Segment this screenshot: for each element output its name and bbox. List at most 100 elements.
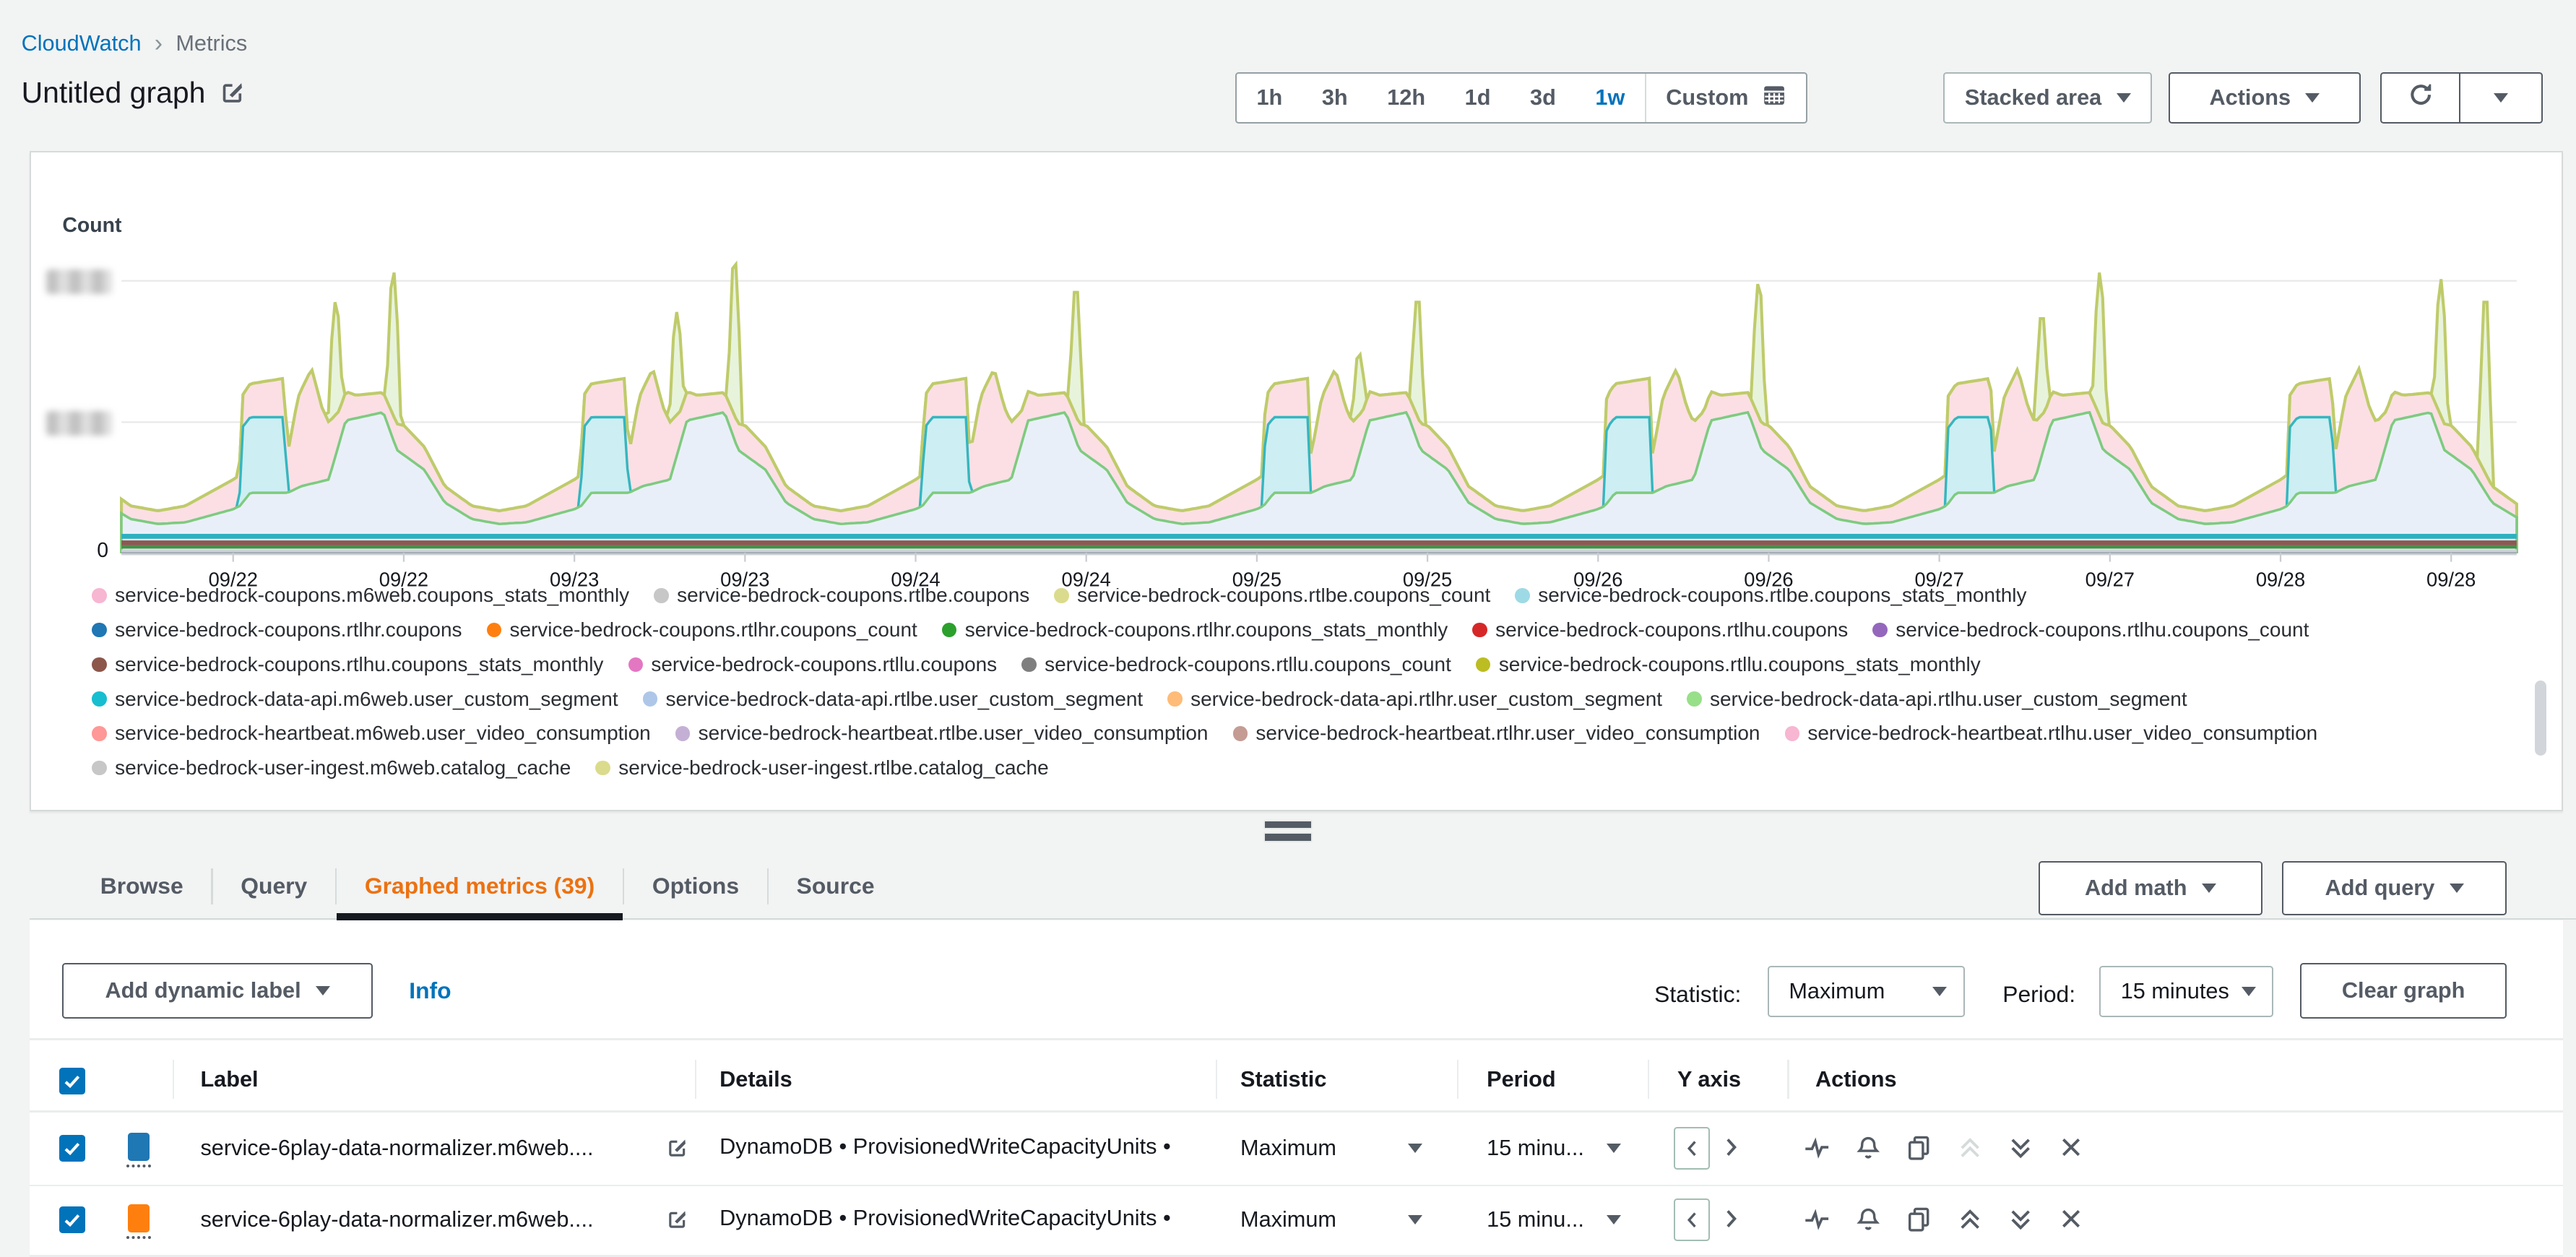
remove-icon[interactable] — [2059, 1206, 2083, 1231]
column-header-details[interactable]: Details — [719, 1066, 792, 1092]
pane-resize-handle[interactable] — [1263, 819, 1313, 845]
tab-source[interactable]: Source — [769, 855, 902, 919]
legend-item[interactable]: service-bedrock-coupons.rtllu.coupons_co… — [1021, 653, 1451, 676]
legend-item[interactable]: service-bedrock-data-api.m6web.user_cust… — [92, 688, 618, 711]
legend-item[interactable]: service-bedrock-coupons.rtlhu.coupons_co… — [1872, 618, 2309, 642]
legend-color-dot — [92, 760, 107, 776]
row-statistic-dropdown[interactable] — [1407, 1143, 1422, 1153]
custom-time-range-button[interactable]: Custom — [1646, 74, 1806, 122]
legend-item[interactable]: service-bedrock-heartbeat.m6web.user_vid… — [92, 722, 651, 745]
color-picker-dots[interactable] — [126, 1236, 152, 1240]
graph-title-row: Untitled graph — [22, 76, 245, 110]
remove-icon[interactable] — [2059, 1135, 2083, 1159]
legend-label: service-bedrock-data-api.rtlhr.user_cust… — [1190, 687, 1663, 710]
move-down-icon[interactable] — [2007, 1135, 2033, 1161]
legend-item[interactable]: service-bedrock-data-api.rtlhr.user_cust… — [1167, 688, 1662, 711]
refresh-options-dropdown[interactable] — [2459, 72, 2543, 124]
legend-item[interactable]: service-bedrock-coupons.rtlbe.coupons_co… — [1054, 588, 1490, 607]
edit-title-icon[interactable] — [220, 80, 245, 105]
y-axis-left-toggle[interactable] — [1674, 1198, 1711, 1242]
row-checkbox[interactable] — [59, 1135, 86, 1162]
move-up-icon[interactable] — [1957, 1206, 1983, 1232]
tab-graphed-metrics-39[interactable]: Graphed metrics (39) — [337, 855, 623, 920]
bell-icon[interactable] — [1855, 1135, 1881, 1161]
bell-icon[interactable] — [1855, 1206, 1881, 1232]
row-period-dropdown[interactable] — [1607, 1214, 1622, 1224]
chevron-down-icon — [2201, 883, 2216, 893]
actions-dropdown[interactable]: Actions — [2168, 72, 2361, 124]
legend-item[interactable]: service-bedrock-user-ingest.m6web.catalo… — [92, 756, 571, 779]
metric-details[interactable]: DynamoDB • ProvisionedWriteCapacityUnits… — [719, 1205, 1171, 1232]
refresh-group — [2380, 72, 2543, 124]
legend-item[interactable]: service-bedrock-coupons.m6web.coupons_st… — [92, 588, 629, 607]
breadcrumb-cloudwatch-link[interactable]: CloudWatch — [22, 30, 142, 56]
column-header-statistic[interactable]: Statistic — [1240, 1066, 1326, 1092]
column-header-actions[interactable]: Actions — [1815, 1066, 1897, 1092]
legend-label: service-bedrock-coupons.rtlbe.coupons — [677, 588, 1030, 607]
time-range-1d[interactable]: 1d — [1445, 74, 1510, 122]
refresh-button[interactable] — [2380, 72, 2460, 124]
legend-item[interactable]: service-bedrock-coupons.rtlhu.coupons_st… — [92, 653, 603, 676]
row-checkbox[interactable] — [59, 1206, 86, 1233]
move-down-icon[interactable] — [2007, 1206, 2033, 1232]
legend-scrollbar[interactable] — [2535, 680, 2546, 756]
column-header-y-axis[interactable]: Y axis — [1677, 1066, 1741, 1092]
row-period-dropdown[interactable] — [1607, 1143, 1622, 1153]
legend-item[interactable]: service-bedrock-user-ingest.rtlbe.catalo… — [595, 756, 1049, 779]
column-header-period[interactable]: Period — [1487, 1066, 1556, 1092]
time-range-3d[interactable]: 3d — [1510, 74, 1576, 122]
legend-item[interactable]: service-bedrock-coupons.rtlbe.coupons_st… — [1515, 588, 2027, 607]
y-axis-right-toggle[interactable] — [1719, 1206, 1743, 1231]
metric-color-swatch[interactable] — [128, 1204, 150, 1232]
legend-item[interactable]: service-bedrock-coupons.rtllu.coupons_st… — [1476, 653, 1981, 676]
time-range-12h[interactable]: 12h — [1367, 74, 1445, 122]
tab-query[interactable]: Query — [213, 855, 335, 919]
tab-browse[interactable]: Browse — [72, 855, 211, 919]
statistic-select[interactable]: Maximum — [1768, 966, 1965, 1017]
column-header-label[interactable]: Label — [200, 1066, 258, 1092]
legend-item[interactable]: service-bedrock-coupons.rtlhr.coupons_co… — [486, 618, 917, 642]
legend-item[interactable]: service-bedrock-data-api.rtlbe.user_cust… — [642, 688, 1143, 711]
color-picker-dots[interactable] — [126, 1165, 152, 1168]
add-query-dropdown[interactable]: Add query — [2281, 860, 2507, 915]
row-statistic-dropdown[interactable] — [1407, 1214, 1422, 1224]
chevron-down-icon — [2116, 92, 2131, 103]
clear-graph-button[interactable]: Clear graph — [2299, 962, 2507, 1019]
legend-item[interactable]: service-bedrock-heartbeat.rtlbe.user_vid… — [675, 722, 1208, 745]
edit-label-icon[interactable] — [667, 1209, 688, 1230]
metric-details[interactable]: DynamoDB • ProvisionedWriteCapacityUnits… — [719, 1133, 1171, 1160]
info-link[interactable]: Info — [409, 977, 451, 1004]
add-math-dropdown[interactable]: Add math — [2039, 860, 2262, 915]
legend-item[interactable]: service-bedrock-coupons.rtlhr.coupons_st… — [941, 618, 1448, 642]
legend-label: service-bedrock-user-ingest.m6web.catalo… — [115, 756, 571, 779]
tab-options[interactable]: Options — [624, 855, 767, 919]
legend-item[interactable]: service-bedrock-coupons.rtlhr.coupons — [92, 618, 462, 642]
y-axis-right-toggle[interactable] — [1719, 1135, 1743, 1159]
legend-item[interactable]: service-bedrock-data-api.rtlhu.user_cust… — [1687, 688, 2187, 711]
legend-item[interactable]: service-bedrock-heartbeat.rtlhu.user_vid… — [1784, 722, 2317, 745]
period-select[interactable]: 15 minutes — [2099, 966, 2274, 1017]
move-up-icon[interactable] — [1957, 1135, 1983, 1161]
pulse-icon[interactable] — [1804, 1135, 1830, 1161]
legend-item[interactable]: service-bedrock-coupons.rtllu.coupons — [628, 653, 997, 676]
legend-label: service-bedrock-coupons.rtlhu.coupons_st… — [115, 652, 604, 675]
stacked-area-chart[interactable]: 09/22 09/22 09/23 09/23 09/24 09/24 09/25 09/25… — [115, 246, 2523, 595]
column-separator — [1457, 1059, 1459, 1100]
time-range-1w[interactable]: 1w — [1576, 74, 1645, 122]
pulse-icon[interactable] — [1804, 1206, 1830, 1232]
duplicate-icon[interactable] — [1906, 1135, 1932, 1161]
duplicate-icon[interactable] — [1906, 1206, 1932, 1232]
legend-item[interactable]: service-bedrock-heartbeat.rtlhr.user_vid… — [1232, 722, 1760, 745]
select-all-checkbox[interactable] — [59, 1068, 86, 1094]
edit-label-icon[interactable] — [667, 1137, 688, 1159]
chart-type-dropdown[interactable]: Stacked area — [1943, 72, 2153, 124]
time-range-3h[interactable]: 3h — [1302, 74, 1367, 122]
row-divider — [29, 1184, 2563, 1186]
time-range-1h[interactable]: 1h — [1237, 74, 1302, 122]
legend-item[interactable]: service-bedrock-coupons.rtlhu.coupons — [1472, 618, 1848, 642]
metric-color-swatch[interactable] — [128, 1133, 150, 1161]
add-dynamic-label-dropdown[interactable]: Add dynamic label — [62, 962, 373, 1019]
actions-label: Actions — [2209, 85, 2291, 111]
legend-item[interactable]: service-bedrock-coupons.rtlbe.coupons — [654, 588, 1029, 607]
y-axis-left-toggle[interactable] — [1674, 1127, 1711, 1170]
